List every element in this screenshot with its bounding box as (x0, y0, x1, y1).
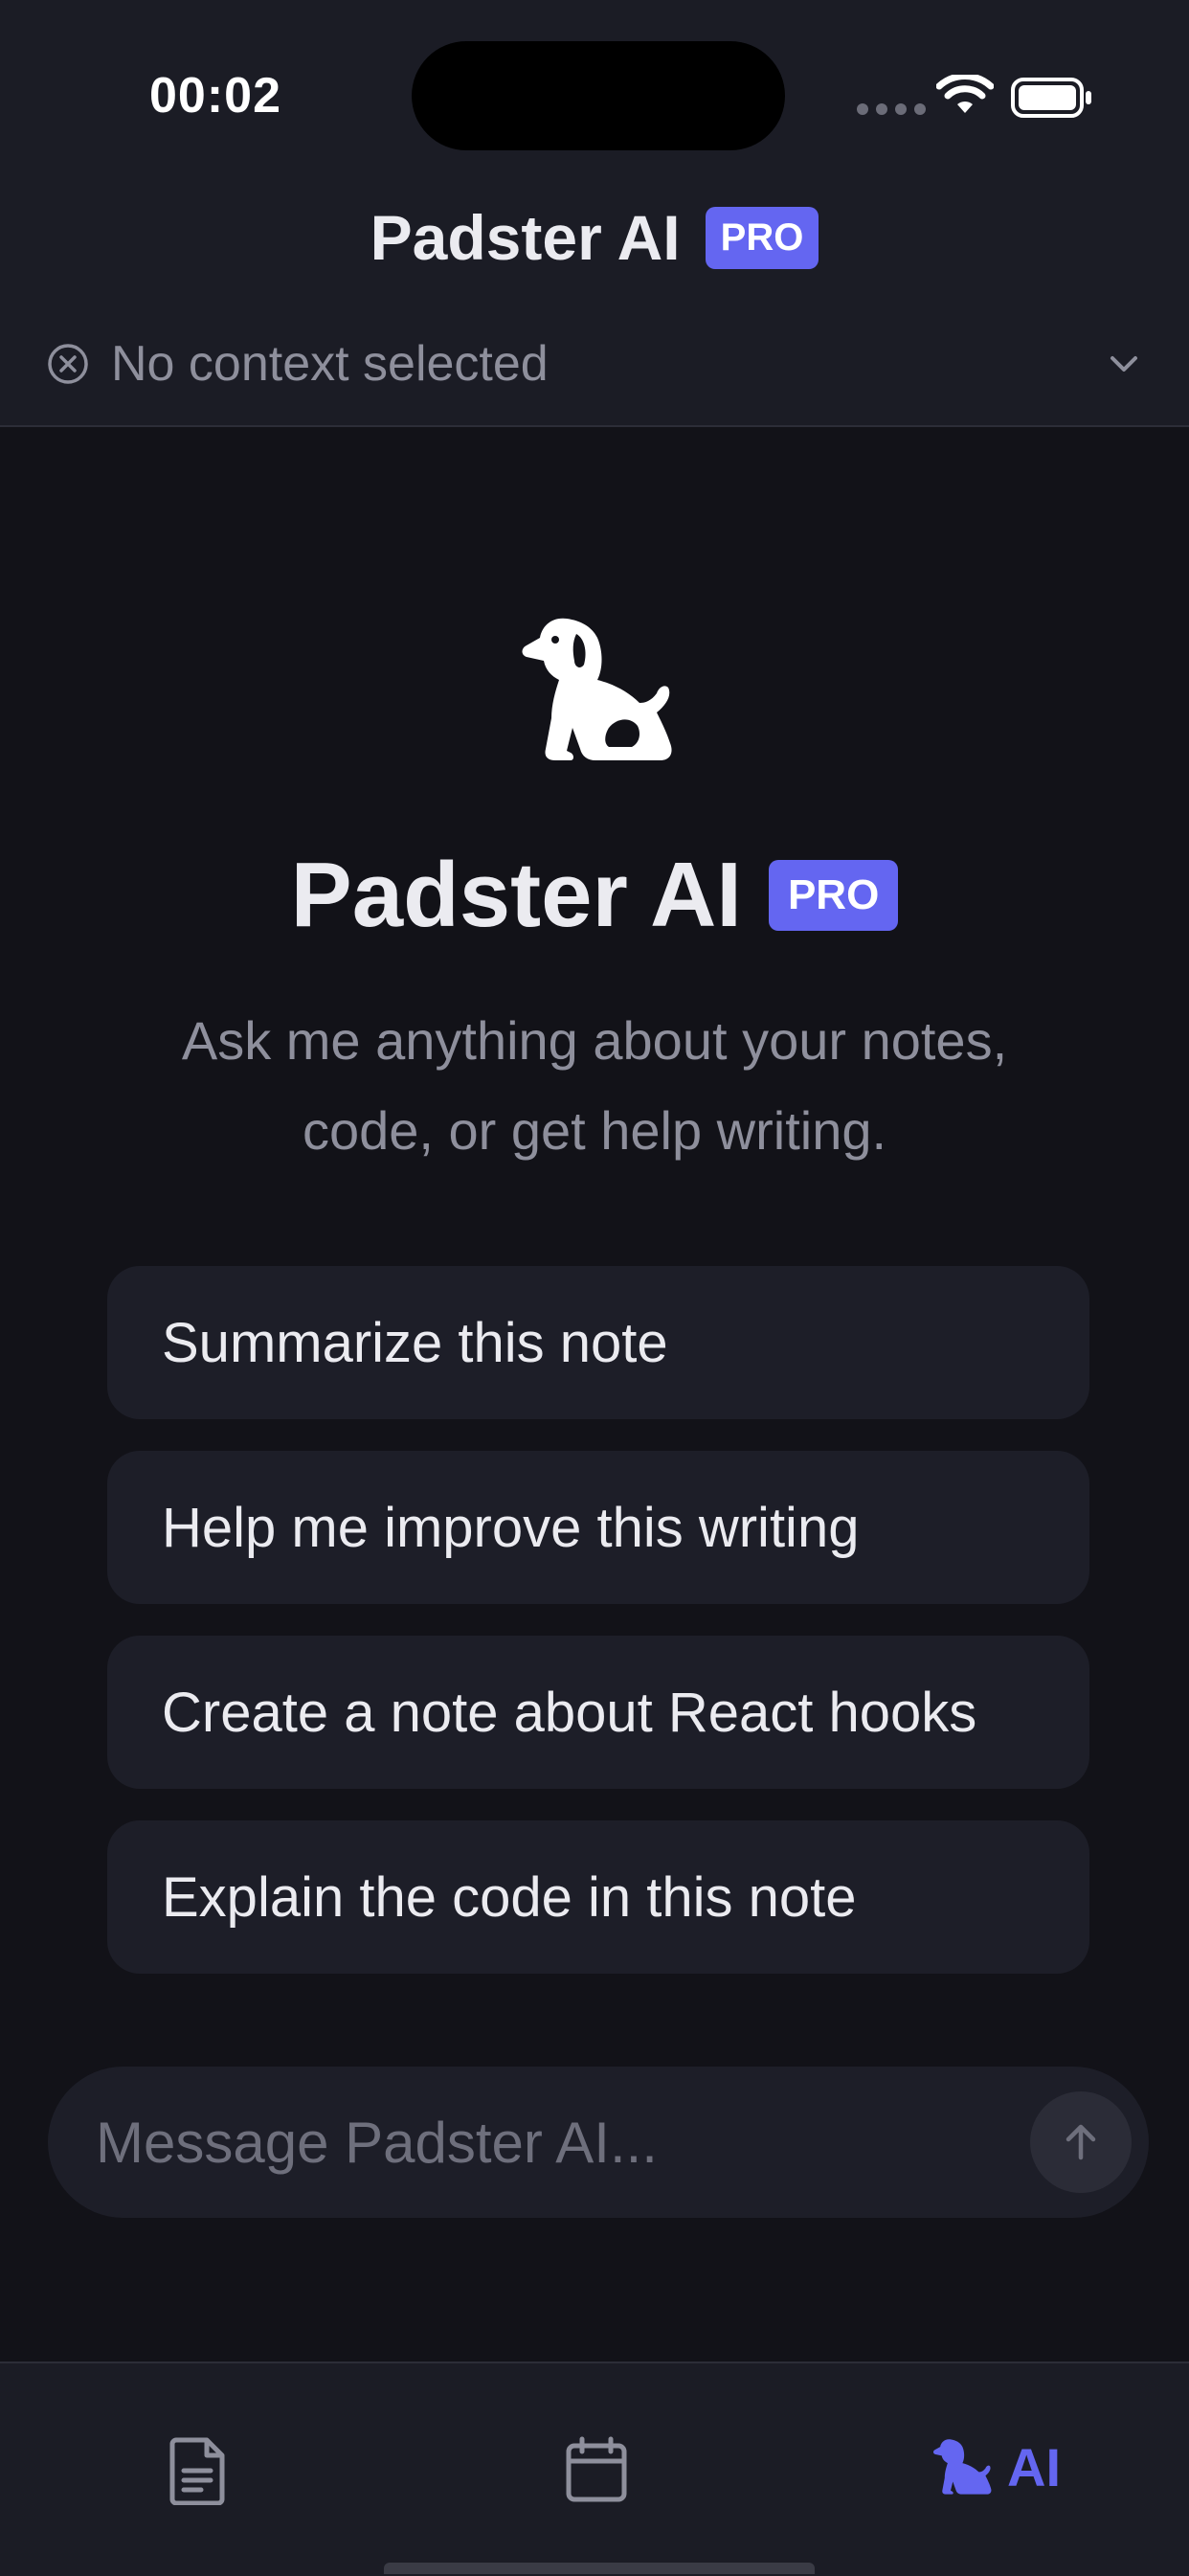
battery-icon (1011, 78, 1091, 118)
chevron-down-icon[interactable] (1105, 347, 1143, 381)
cellular-signal-icon (857, 103, 926, 115)
wifi-icon (936, 75, 994, 113)
home-indicator (384, 2563, 815, 2574)
suggestion-improve-writing-button[interactable]: Help me improve this writing (107, 1451, 1089, 1604)
arrow-up-icon (1066, 2124, 1096, 2160)
tab-ai[interactable]: AI (931, 2429, 1061, 2505)
message-input[interactable] (96, 2067, 957, 2218)
document-icon[interactable] (168, 2436, 230, 2505)
nav-title: Padster AI (370, 202, 681, 273)
top-bar: 00:02 Padster AI PRO No context selected (0, 0, 1189, 427)
context-selector[interactable]: No context selected (46, 326, 1143, 402)
hero-subtitle: Ask me anything about your notes, code, … (181, 1010, 1008, 1161)
tab-bar: AI (0, 2361, 1189, 2576)
status-time: 00:02 (149, 68, 281, 124)
suggestion-summarize-button[interactable]: Summarize this note (107, 1266, 1089, 1419)
hero-pro-badge: PRO (768, 860, 899, 931)
suggestion-list: Summarize this note Help me improve this… (107, 1266, 1089, 2005)
calendar-icon[interactable] (565, 2436, 628, 2503)
nav-title-row: Padster AI PRO (0, 201, 1189, 274)
suggestion-react-hooks-button[interactable]: Create a note about React hooks (107, 1636, 1089, 1789)
dog-icon (932, 2439, 992, 2495)
send-button[interactable] (1030, 2091, 1132, 2193)
x-circle-icon (48, 344, 88, 384)
dog-icon (522, 618, 672, 760)
hero-title: Padster AI (290, 844, 742, 946)
suggestion-explain-code-button[interactable]: Explain the code in this note (107, 1820, 1089, 1974)
tab-ai-label: AI (1007, 2436, 1061, 2497)
message-composer (48, 2067, 1149, 2218)
pro-badge: PRO (705, 206, 819, 269)
dynamic-island (412, 41, 785, 150)
hero-title-row: Padster AI PRO (0, 843, 1189, 948)
context-label: No context selected (111, 336, 549, 392)
